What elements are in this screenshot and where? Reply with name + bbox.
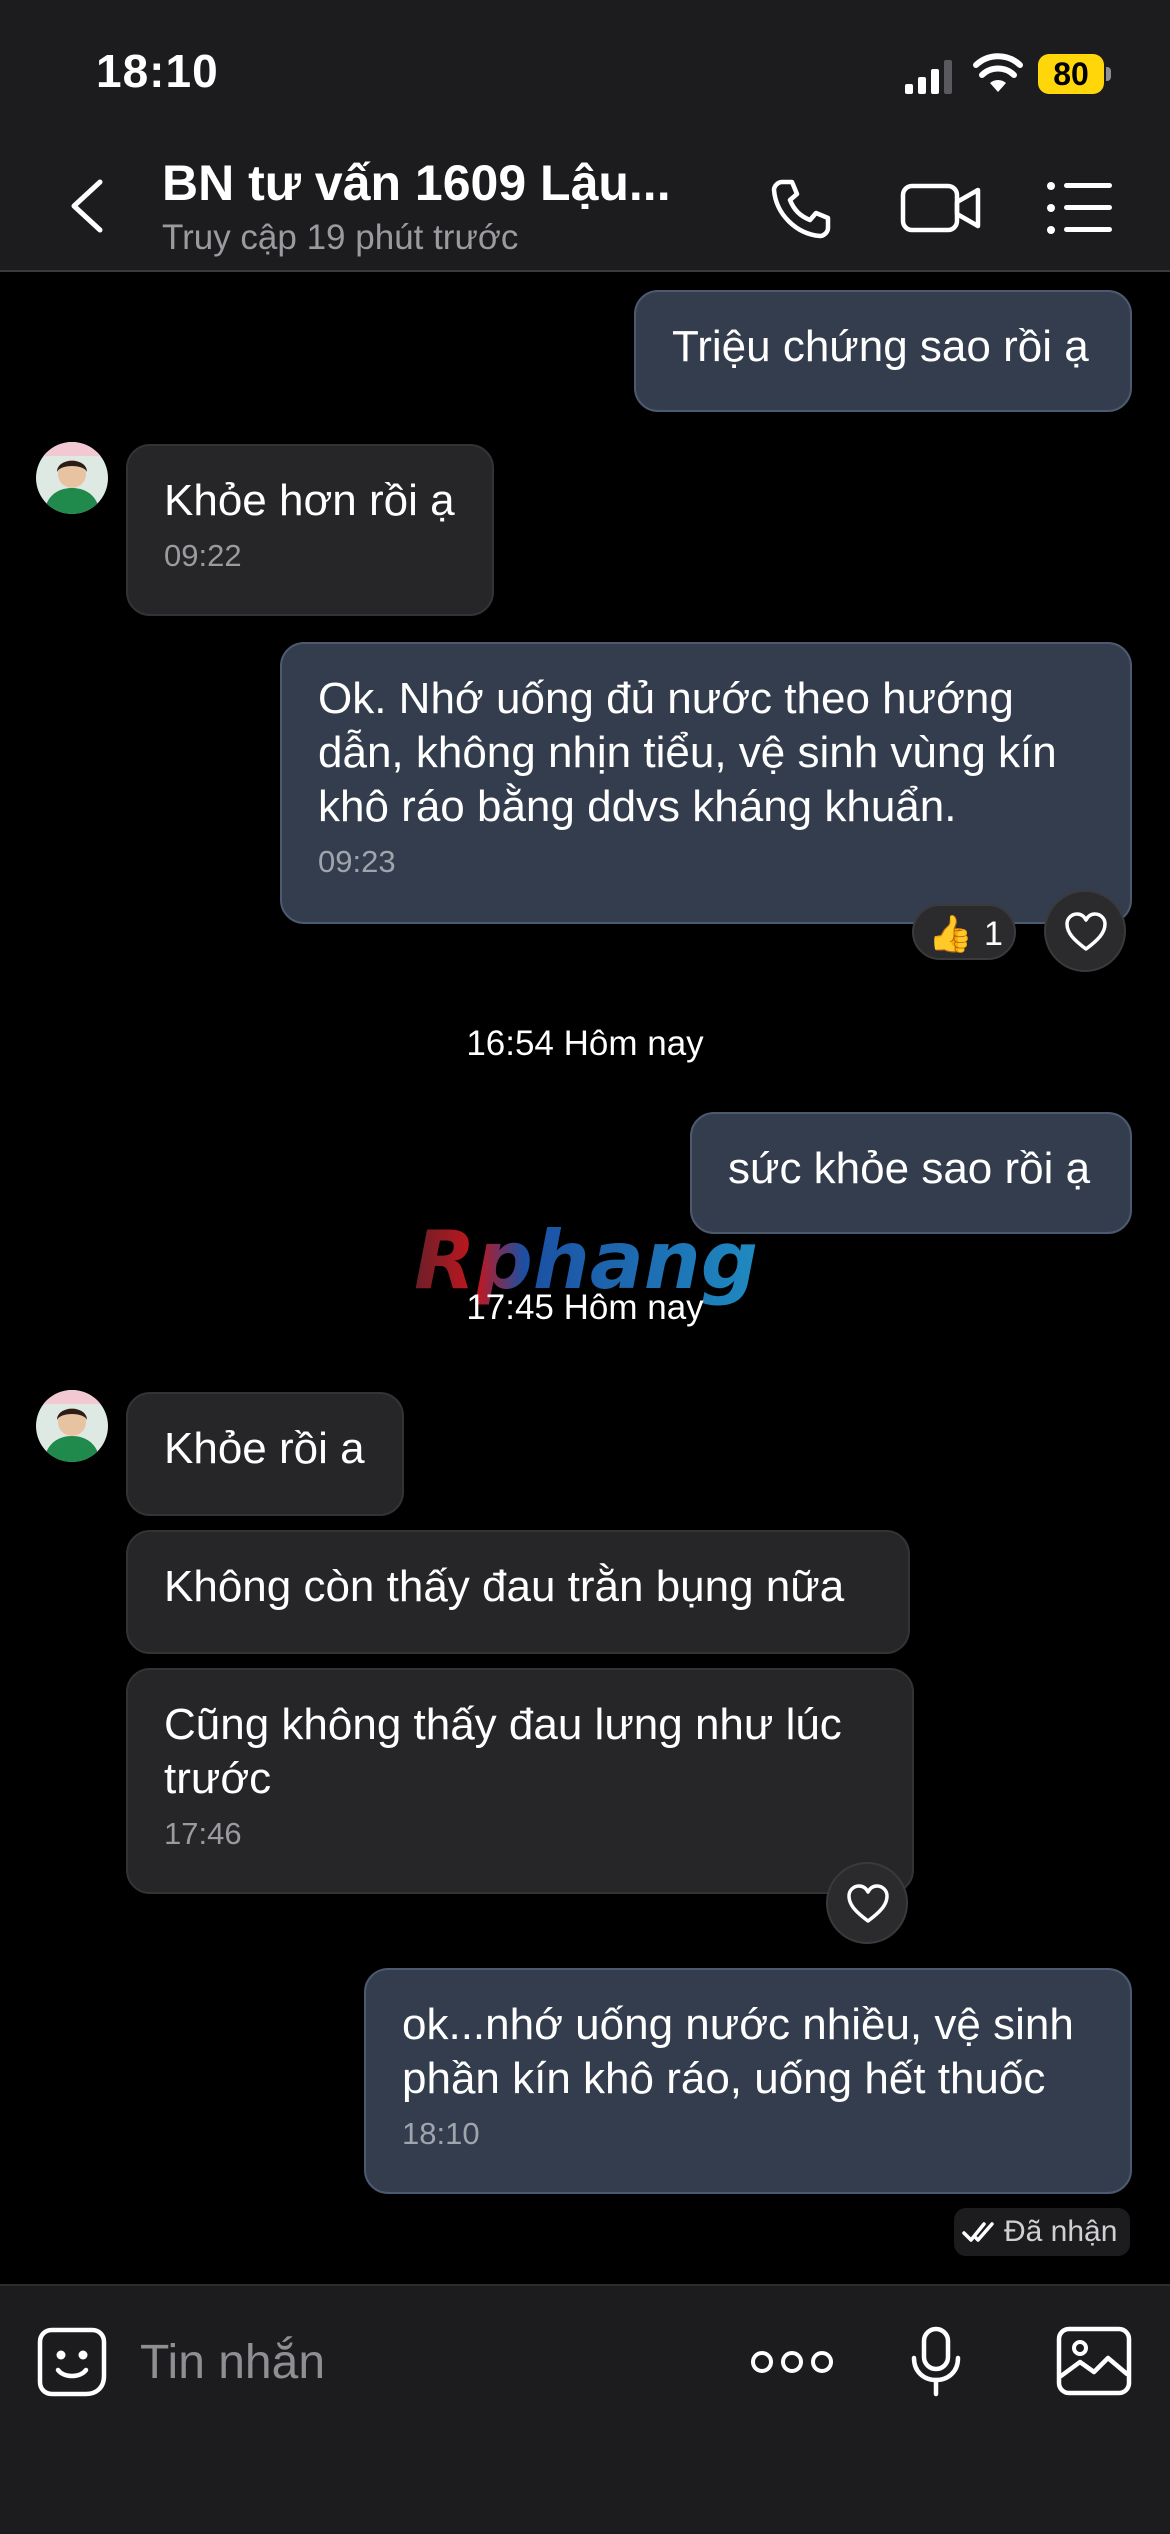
more-dots-icon[interactable]: [750, 2346, 834, 2378]
microphone-icon[interactable]: [906, 2326, 966, 2398]
video-camera-icon[interactable]: [900, 176, 982, 240]
message-time: 17:46: [164, 1816, 242, 1851]
message-bubble-incoming[interactable]: Khỏe rồi a: [126, 1392, 404, 1516]
message-text: Khỏe hơn rồi ạ: [164, 476, 455, 525]
message-bubble-incoming[interactable]: Khỏe hơn rồi ạ 09:22: [126, 444, 494, 616]
date-separator: 17:45 Hôm nay: [466, 1288, 704, 1327]
message-text: Triệu chứng sao rồi ạ: [672, 322, 1089, 371]
date-separator: 16:54 Hôm nay: [466, 1024, 704, 1063]
message-time: 09:22: [164, 538, 242, 573]
cellular-signal-icon: [905, 60, 952, 94]
message-bubble-incoming[interactable]: Không còn thấy đau trằn bụng nữa: [126, 1530, 910, 1654]
avatar[interactable]: [36, 442, 108, 514]
last-seen-status: Truy cập 19 phút trước: [162, 218, 519, 257]
phone-icon[interactable]: [768, 176, 836, 240]
message-time: 09:23: [318, 844, 396, 879]
message-time: 18:10: [402, 2116, 480, 2151]
gallery-icon[interactable]: [1056, 2326, 1132, 2396]
wifi-icon: [973, 53, 1023, 92]
status-time: 18:10: [96, 45, 219, 97]
heart-icon: [1065, 912, 1107, 951]
message-text: Cũng không thấy đau lưng như lúc trước: [164, 1700, 842, 1803]
message-text: Không còn thấy đau trằn bụng nữa: [164, 1562, 845, 1611]
list-menu-icon[interactable]: [1046, 180, 1114, 236]
react-heart-button[interactable]: [826, 1862, 908, 1944]
message-text: sức khỏe sao rồi ạ: [728, 1144, 1091, 1193]
message-bubble-outgoing[interactable]: ok...nhớ uống nước nhiều, vệ sinh phần k…: [364, 1968, 1132, 2194]
message-bubble-outgoing[interactable]: Triệu chứng sao rồi ạ: [634, 290, 1132, 412]
react-heart-button[interactable]: [1044, 890, 1126, 972]
battery-indicator: 80: [1038, 54, 1111, 94]
double-check-icon: [962, 2222, 994, 2242]
chat-title[interactable]: BN tư vấn 1609 Lậu...: [162, 154, 671, 212]
avatar[interactable]: [36, 1390, 108, 1462]
battery-tip: [1106, 67, 1111, 81]
reaction-badge[interactable]: 👍 1: [912, 904, 1016, 960]
message-composer: [0, 2284, 1170, 2534]
back-chevron-icon[interactable]: [60, 176, 116, 236]
reaction-count: 1: [984, 915, 1003, 953]
chat-header: BN tư vấn 1609 Lậu... Truy cập 19 phút t…: [0, 140, 1170, 272]
message-text: Khỏe rồi a: [164, 1424, 365, 1473]
message-text: ok...nhớ uống nước nhiều, vệ sinh phần k…: [402, 2000, 1074, 2103]
message-bubble-incoming[interactable]: Cũng không thấy đau lưng như lúc trước 1…: [126, 1668, 914, 1894]
message-bubble-outgoing[interactable]: Ok. Nhớ uống đủ nước theo hướng dẫn, khô…: [280, 642, 1132, 924]
message-text: Ok. Nhớ uống đủ nước theo hướng dẫn, khô…: [318, 674, 1057, 831]
emoji-sticker-icon[interactable]: [36, 2326, 108, 2398]
message-input[interactable]: [140, 2326, 700, 2398]
heart-icon: [847, 1884, 889, 1923]
battery-level: 80: [1053, 56, 1089, 92]
delivery-receipt: Đã nhận: [954, 2208, 1130, 2256]
status-bar: 18:10 80: [0, 0, 1170, 140]
thumbs-up-icon: 👍: [928, 913, 973, 954]
receipt-text: Đã nhận: [1004, 2215, 1118, 2248]
